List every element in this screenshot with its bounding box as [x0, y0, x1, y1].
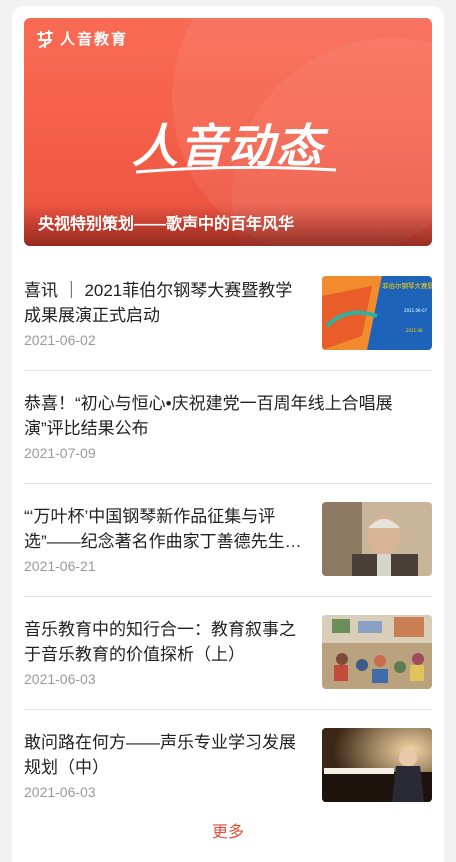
news-date: 2021-06-21 — [24, 558, 96, 574]
news-title: 喜讯 ｜ 2021菲伯尔钢琴大赛暨教学成果展演正式启动 — [24, 281, 293, 325]
news-item[interactable]: “‘万叶杯’中国钢琴新作品征集与评选”——纪念著名作曲家丁善德先生诞辰110周年… — [24, 484, 432, 597]
elderly-man-photo — [322, 502, 432, 576]
news-thumbnail — [322, 502, 432, 576]
news-item[interactable]: 敢问路在何方——声乐专业学习发展规划（中） 2021-06-03 — [24, 710, 432, 823]
news-date: 2021-06-03 — [24, 784, 96, 800]
poster-title: 菲伯尔钢琴大赛暨教学成果展演 — [382, 281, 432, 290]
poster-date: 2021.06-07 — [404, 308, 428, 313]
news-item[interactable]: 喜讯 ｜ 2021菲伯尔钢琴大赛暨教学成果展演正式启动 2021-06-02 菲… — [24, 258, 432, 371]
girl-at-piano-photo — [322, 728, 432, 802]
more-link[interactable]: 更多 — [12, 818, 444, 842]
brand-name: 人音教育 — [60, 31, 129, 48]
piano-contest-poster-image: 菲伯尔钢琴大赛暨教学成果展演 2021.06-07 2021.08 — [322, 276, 432, 350]
news-item[interactable]: 恭喜！“初心与恒心•庆祝建党一百周年线上合唱展演”评比结果公布 2021-07-… — [24, 371, 432, 484]
banner-swoosh — [136, 166, 336, 174]
news-date: 2021-07-09 — [24, 445, 96, 461]
news-list: 喜讯 ｜ 2021菲伯尔钢琴大赛暨教学成果展演正式启动 2021-06-02 菲… — [24, 258, 432, 823]
news-thumbnail — [322, 615, 432, 689]
news-title: 音乐教育中的知行合一：教育叙事之于音乐教育的价值探析（上） — [24, 620, 296, 664]
news-thumbnail: 菲伯尔钢琴大赛暨教学成果展演 2021.06-07 2021.08 — [322, 276, 432, 350]
news-title: 敢问路在何方——声乐专业学习发展规划（中） — [24, 733, 296, 777]
banner[interactable]: 人音教育 人音动态 央视特别策划——歌声中的百年风华 — [24, 18, 432, 246]
news-title: “‘万叶杯’中国钢琴新作品征集与评选”——纪念著名作曲家丁善德先生诞辰110周年 — [24, 507, 302, 551]
brand-icon — [37, 29, 53, 48]
news-title: 恭喜！“初心与恒心•庆祝建党一百周年线上合唱展演”评比结果公布 — [24, 394, 393, 438]
brand-logo: 人音教育 — [36, 28, 128, 49]
news-thumbnail — [322, 728, 432, 802]
banner-caption: 央视特别策划——歌声中的百年风华 — [24, 204, 432, 246]
news-date: 2021-06-02 — [24, 332, 96, 348]
classroom-photo — [322, 615, 432, 689]
news-date: 2021-06-03 — [24, 671, 96, 687]
poster-date: 2021.08 — [406, 328, 423, 333]
news-item[interactable]: 音乐教育中的知行合一：教育叙事之于音乐教育的价值探析（上） 2021-06-03 — [24, 597, 432, 710]
news-card: 人音教育 人音动态 央视特别策划——歌声中的百年风华 喜讯 ｜ 2021菲伯尔钢… — [12, 6, 444, 862]
